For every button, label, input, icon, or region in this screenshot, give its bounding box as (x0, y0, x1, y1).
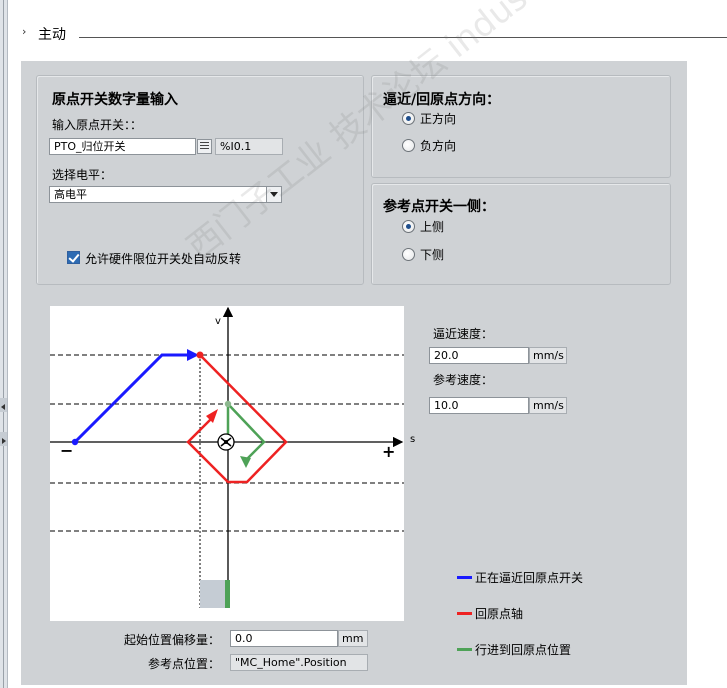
reference-speed-input[interactable]: 10.0 (429, 397, 529, 414)
reference-side-title: 参考点开关一侧： (383, 199, 495, 215)
collapse-left-icon[interactable] (1, 404, 5, 410)
plus-sign: + (382, 442, 395, 461)
home-switch-address: %I0.1 (215, 138, 283, 155)
dropdown-button[interactable] (266, 187, 281, 202)
home-position-icon-dot (224, 440, 228, 444)
reference-switch-edge (225, 580, 230, 608)
positive-direction-label: 正方向 (420, 112, 457, 126)
level-select[interactable]: 高电平 (49, 186, 282, 203)
minus-sign: − (60, 441, 73, 460)
negative-direction-label: 负方向 (420, 139, 457, 153)
lower-side-label: 下侧 (420, 248, 445, 262)
radio-upper-side[interactable] (402, 220, 415, 233)
home-switch-input[interactable]: PTO_归位开关 (49, 138, 196, 155)
section-header[interactable]: › 主动 (22, 24, 727, 44)
homing-curve (186, 354, 288, 484)
radio-lower-side[interactable] (402, 248, 415, 261)
approach-direction-panel: 逼近/回原点方向： 正方向 负方向 (371, 75, 671, 178)
level-select-value: 高电平 (54, 188, 87, 201)
legend-swatch-homing (457, 612, 472, 615)
approach-speed-input[interactable]: 20.0 (429, 347, 529, 364)
legend-swatch-approach (457, 576, 472, 579)
reference-position-label: 参考点位置： (148, 657, 221, 671)
reference-side-panel: 参考点开关一侧： 上侧 下侧 (371, 183, 671, 285)
approach-speed-unit: mm/s (529, 347, 567, 364)
start-offset-unit: mm (338, 630, 368, 647)
chevron-right-icon[interactable]: › (22, 25, 26, 38)
start-offset-label: 起始位置偏移量： (124, 633, 221, 647)
expand-right-icon[interactable] (2, 438, 6, 444)
input-home-switch-label: 输入原点开关：： (52, 118, 143, 132)
upper-side-label: 上侧 (420, 220, 445, 234)
reference-point (224, 400, 232, 408)
chevron-down-icon (270, 192, 278, 197)
reference-speed-label: 参考速度： (433, 373, 494, 387)
radio-negative-direction[interactable] (402, 139, 415, 152)
home-switch-title: 原点开关数字量输入 (52, 92, 178, 108)
left-splitter[interactable] (0, 0, 8, 688)
list-icon (200, 142, 209, 151)
start-offset-input[interactable]: 0.0 (230, 630, 338, 647)
radio-positive-direction[interactable] (402, 112, 415, 125)
section-title: 主动 (38, 27, 66, 43)
approach-speed-label: 逼近速度： (433, 327, 494, 341)
legend-swatch-travel (457, 648, 472, 651)
approach-curve (73, 353, 190, 444)
travel-arrowhead (240, 456, 251, 468)
home-switch-panel: 原点开关数字量输入 输入原点开关：： PTO_归位开关 %I0.1 选择电平： … (36, 75, 364, 285)
reference-speed-unit: mm/s (529, 397, 567, 414)
splitter-line (3, 0, 4, 688)
browse-tag-button[interactable] (197, 139, 212, 154)
section-divider (79, 37, 727, 38)
switch-region (200, 580, 225, 608)
homing-diagram: − + v s (50, 306, 415, 621)
reference-position-value: "MC_Home".Position (230, 654, 368, 671)
s-axis-label-outside: s (410, 434, 416, 445)
legend-homing: 回原点轴 (475, 607, 524, 621)
checkmark-icon (68, 251, 80, 263)
v-axis-label: v (215, 316, 221, 327)
legend-travel: 行进到回原点位置 (475, 643, 572, 657)
legend-approach: 正在逼近回原点开关 (475, 571, 584, 585)
select-level-label: 选择电平： (52, 168, 113, 182)
auto-reverse-checkbox[interactable] (67, 251, 80, 264)
homing-diagram-svg: − + v s (50, 306, 415, 608)
auto-reverse-label: 允许硬件限位开关处自动反转 (85, 252, 242, 266)
approach-direction-title: 逼近/回原点方向： (383, 92, 501, 108)
switch-point (196, 351, 204, 359)
